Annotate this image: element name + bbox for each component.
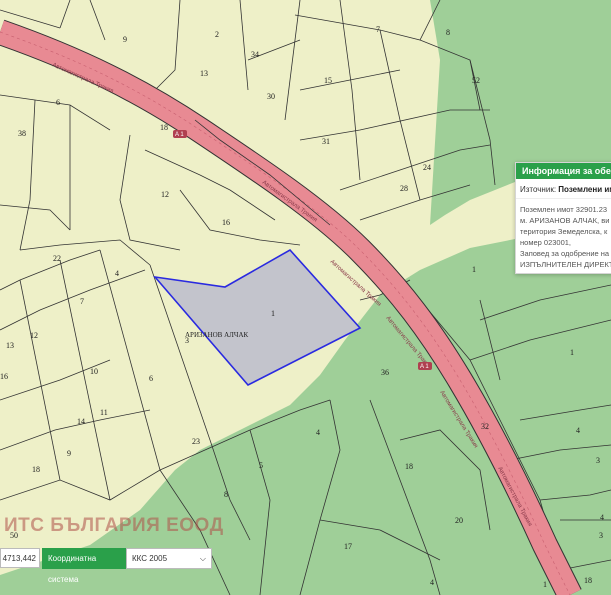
parcel-number: 1 (271, 309, 275, 318)
info-panel-body: Поземлен имот 32901.23 м. АРИЗАНОВ АЛЧАК… (516, 199, 611, 273)
info-line: територия Земеделска, к (520, 227, 608, 236)
parcel-number: 13 (6, 341, 14, 350)
parcel-number: 13 (200, 69, 208, 78)
parcel-number: 14 (77, 417, 85, 426)
parcel-number: 31 (322, 137, 330, 146)
parcel-number: 7 (80, 297, 84, 306)
parcel-number: 4 (600, 513, 604, 522)
parcel-number: 9 (123, 35, 127, 44)
parcel-number: 18 (584, 576, 592, 585)
parcel-number: 4 (115, 269, 119, 278)
parcel-number: 12 (161, 190, 169, 199)
company-watermark: ИТС БЪЛГАРИЯ ЕООД (4, 515, 224, 536)
parcel-number: 36 (381, 368, 389, 377)
parcel-number: 22 (53, 254, 61, 263)
parcel-number: 1 (543, 580, 547, 589)
parcel-number: 20 (455, 516, 463, 525)
parcel-number: 6 (56, 98, 60, 107)
parcel-number: 2 (215, 30, 219, 39)
info-line: ИЗПЪЛНИТЕЛЕН ДИРЕКТ (520, 260, 611, 269)
parcel-number: 32 (481, 422, 489, 431)
crs-label: Координатна система (42, 548, 126, 584)
parcel-number: 3 (596, 456, 600, 465)
parcel-number: 4 (576, 426, 580, 435)
parcel-number: 52 (472, 76, 480, 85)
parcel-number: 11 (100, 408, 108, 417)
info-source: Източник: Поземлени им (516, 179, 611, 199)
info-line: Поземлен имот 32901.23 (520, 205, 608, 214)
parcel-number: 4 (430, 578, 434, 587)
object-info-panel[interactable]: Информация за обект Източник: Поземлени … (515, 162, 611, 274)
parcel-number: 1 (570, 348, 574, 357)
parcel-number: 23 (192, 437, 200, 446)
parcel-number: 18 (405, 462, 413, 471)
crs-select[interactable]: ККС 2005 ⌵ (126, 548, 212, 569)
parcel-number: 8 (446, 28, 450, 37)
parcel-number: 24 (423, 163, 431, 172)
parcel-number: 34 (251, 50, 259, 59)
locality-label: АРИЗАНОВ АЛЧАК (185, 331, 249, 339)
info-line: номер 023001, (520, 238, 572, 247)
parcel-number: 10 (90, 367, 98, 376)
svg-text:A 1: A 1 (420, 364, 429, 370)
parcel-number: 18 (160, 123, 168, 132)
parcel-number: 5 (259, 461, 263, 470)
info-source-value: Поземлени им (558, 185, 611, 194)
svg-text:A 1: A 1 (175, 132, 184, 138)
info-line: м. АРИЗАНОВ АЛЧАК, ви (520, 216, 610, 225)
parcel-number: 28 (400, 184, 408, 193)
parcel-number: 30 (267, 92, 275, 101)
chevron-down-icon: ⌵ (199, 554, 206, 563)
info-panel-title[interactable]: Информация за обект (516, 163, 611, 179)
info-line: Заповед за одобрение на (520, 249, 610, 258)
parcel-number: 12 (30, 331, 38, 340)
parcel-number: 38 (18, 129, 26, 138)
parcel-number: 4 (316, 428, 320, 437)
parcel-number: 6 (149, 374, 153, 383)
parcel-number: 16 (222, 218, 230, 227)
parcel-number: 1 (472, 265, 476, 274)
parcel-number: 8 (224, 490, 228, 499)
parcel-number: 7 (376, 25, 380, 34)
parcel-number: 15 (324, 76, 332, 85)
coordinate-readout: 4713,442 (0, 548, 40, 568)
parcel-number: 18 (32, 465, 40, 474)
parcel-number: 3 (185, 336, 189, 345)
cadastral-map[interactable]: Автомагистрала Тракия Автомагистрала Тра… (0, 0, 611, 595)
parcel-number: 3 (599, 531, 603, 540)
parcel-number: 16 (0, 372, 8, 381)
parcel-number: 9 (67, 449, 71, 458)
parcel-number: 17 (344, 542, 352, 551)
crs-select-value: ККС 2005 (132, 554, 168, 563)
info-source-label: Източник: (520, 185, 557, 194)
